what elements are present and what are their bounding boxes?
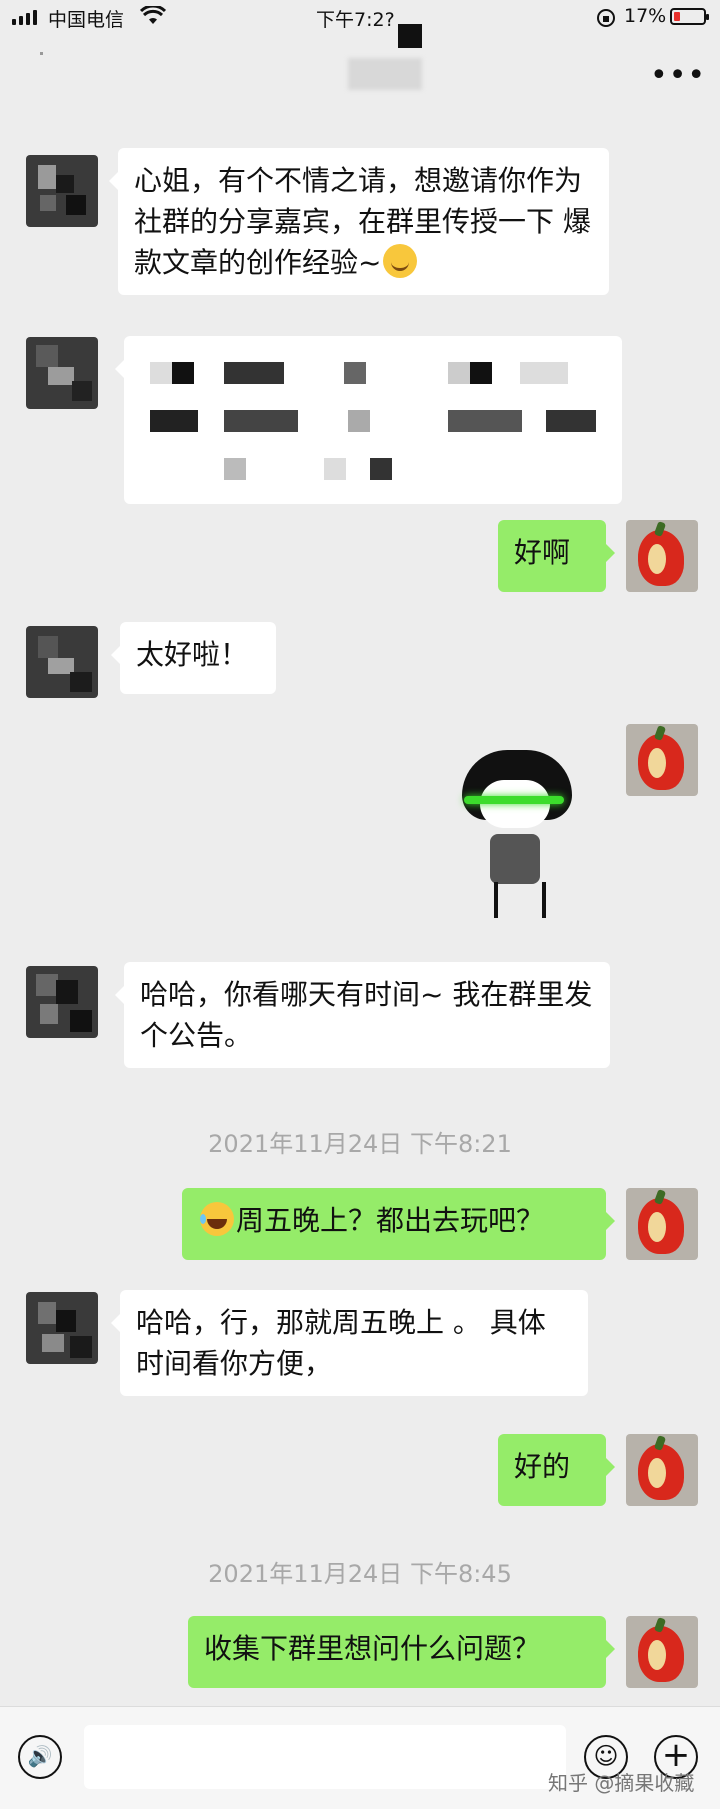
my-avatar[interactable]: [626, 1188, 698, 1260]
more-icon[interactable]: •••: [650, 58, 706, 93]
timestamp: 2021年11月24日 下午8:21: [208, 1130, 512, 1158]
message-bubble[interactable]: 周五晚上？都出去玩吧？: [182, 1188, 615, 1260]
watermark: 知乎 @摘果收藏: [548, 1771, 695, 1795]
battery-percent: 17%: [624, 5, 667, 27]
lock-rotation-icon: [597, 9, 615, 27]
my-avatar[interactable]: [626, 1616, 698, 1688]
back-indicator[interactable]: [40, 52, 43, 55]
my-avatar[interactable]: [626, 1434, 698, 1506]
message-text: 周五晚上？都出去玩吧？: [236, 1204, 545, 1237]
laughing-emoji-icon: [200, 1202, 234, 1236]
signal-icon: [12, 10, 37, 25]
message-text: 太好啦！: [136, 638, 249, 671]
status-time: 下午7:2?: [316, 9, 395, 31]
status-bar: 中国电信 下午7:2? 17%: [0, 0, 720, 36]
mosaic-redaction: [124, 336, 622, 504]
message-bubble[interactable]: 心姐，有个不情之请，想邀请你作为社群的分享嘉宾，在群里传授一下 爆款文章的创作经…: [109, 148, 609, 295]
redacted-message-bubble[interactable]: [115, 336, 622, 504]
contact-avatar[interactable]: [26, 626, 98, 698]
message-bubble[interactable]: 好啊: [498, 520, 615, 592]
message-text: 心姐，有个不情之请，想邀请你作为社群的分享嘉宾，在群里传授一下 爆款文章的创作经…: [134, 164, 591, 279]
message-text: 哈哈，行，那就周五晚上 。 具体时间看你方便，: [136, 1306, 546, 1380]
my-avatar[interactable]: [626, 520, 698, 592]
contact-avatar[interactable]: [26, 966, 98, 1038]
title-redaction-block: [398, 24, 422, 48]
contact-avatar[interactable]: [26, 337, 98, 409]
input-bar: 🔊 ☺ + 知乎 @摘果收藏: [0, 1706, 720, 1809]
message-text: 好啊: [514, 536, 571, 569]
message-text: 收集下群里想问什么问题？: [204, 1632, 541, 1665]
message-bubble[interactable]: 收集下群里想问什么问题？: [188, 1616, 615, 1688]
contact-avatar[interactable]: [26, 1292, 98, 1364]
voice-icon[interactable]: 🔊: [18, 1735, 62, 1779]
message-bubble[interactable]: 太好啦！: [111, 622, 276, 694]
carrier-name: 中国电信: [48, 9, 125, 31]
laser-eyes-sticker[interactable]: [450, 744, 580, 924]
my-avatar[interactable]: [626, 724, 698, 796]
message-bubble[interactable]: 哈哈，你看哪天有时间~ 我在群里发个公告。: [115, 962, 610, 1068]
battery-icon: [670, 8, 709, 25]
chat-header: •••: [0, 24, 720, 112]
contact-avatar[interactable]: [26, 155, 98, 227]
smile-emoji-icon: [383, 244, 418, 278]
message-text: 好的: [514, 1450, 571, 1483]
message-bubble[interactable]: 好的: [498, 1434, 615, 1506]
message-bubble[interactable]: 哈哈，行，那就周五晚上 。 具体时间看你方便，: [111, 1290, 588, 1396]
chat-title-redacted: [348, 58, 422, 90]
wifi-icon: [140, 6, 166, 24]
message-input[interactable]: [84, 1725, 566, 1789]
timestamp: 2021年11月24日 下午8:45: [208, 1560, 512, 1588]
message-text: 哈哈，你看哪天有时间~ 我在群里发个公告。: [140, 978, 593, 1052]
